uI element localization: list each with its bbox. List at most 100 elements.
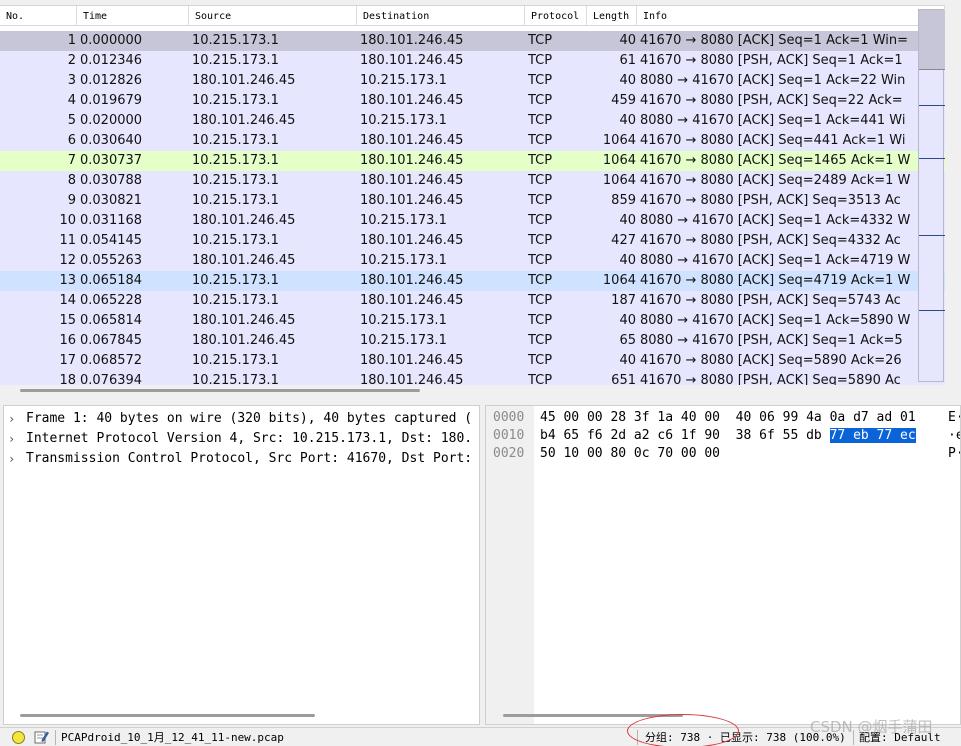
packet-time: 0.030821	[80, 193, 143, 208]
packet-no: 5	[67, 113, 76, 128]
packet-source: 180.101.246.45	[192, 113, 296, 128]
packet-no: 18	[59, 373, 76, 385]
packet-length: 65	[619, 333, 636, 348]
bytes-hex-highlight[interactable]: 77 eb 77 ec	[829, 428, 916, 443]
packet-row[interactable]: 1 0.000000 10.215.173.1 180.101.246.45 TCP 40…	[0, 31, 945, 51]
packet-list[interactable]: No. Time Source Destination Protocol Len…	[0, 5, 945, 385]
column-header-length[interactable]: Length	[587, 6, 637, 26]
packet-no: 15	[59, 313, 76, 328]
packet-time: 0.068572	[80, 353, 143, 368]
packet-time: 0.030788	[80, 173, 143, 188]
minimap-current-view[interactable]	[919, 10, 945, 70]
bytes-ascii-row[interactable]: E·	[948, 409, 960, 427]
bytes-hex-row[interactable]: 45 00 00 28 3f 1a 40 00 40 06 99 4a 0a d…	[540, 409, 916, 427]
packet-row[interactable]: 16 0.067845 180.101.246.45 10.215.173.1 TCP 6…	[0, 331, 945, 351]
packet-rows: 1 0.000000 10.215.173.1 180.101.246.45 TCP 40…	[0, 31, 945, 385]
packet-no: 14	[59, 293, 76, 308]
detail-pane-hscroll-thumb[interactable]	[20, 714, 315, 717]
column-header-protocol[interactable]: Protocol	[525, 6, 587, 26]
packet-row[interactable]: 14 0.065228 10.215.173.1 180.101.246.45 TCP 1…	[0, 291, 945, 311]
packet-source: 10.215.173.1	[192, 173, 279, 188]
packet-time: 0.055263	[80, 253, 143, 268]
packet-protocol: TCP	[528, 333, 553, 348]
column-header-source[interactable]: Source	[189, 6, 357, 26]
packet-detail-pane[interactable]: › Frame 1: 40 bytes on wire (320 bits), …	[3, 405, 480, 725]
packet-row[interactable]: 12 0.055263 180.101.246.45 10.215.173.1 TCP 4…	[0, 251, 945, 271]
packet-destination: 180.101.246.45	[360, 353, 464, 368]
packet-info: 8080 → 41670 [ACK] Seq=1 Ack=441 Wi	[640, 113, 906, 128]
packet-no: 8	[67, 173, 76, 188]
packet-protocol: TCP	[528, 193, 553, 208]
packet-protocol: TCP	[528, 253, 553, 268]
expert-info-indicator-icon[interactable]	[12, 731, 25, 744]
column-header-no[interactable]: No.	[0, 6, 77, 26]
packet-length: 40	[619, 33, 636, 48]
capture-comment-icon[interactable]	[33, 729, 49, 745]
packet-protocol: TCP	[528, 113, 553, 128]
packet-source: 10.215.173.1	[192, 273, 279, 288]
packet-length: 61	[619, 53, 636, 68]
packet-time: 0.067845	[80, 333, 143, 348]
packet-time: 0.030640	[80, 133, 143, 148]
bytes-hex-row[interactable]: b4 65 f6 2d a2 c6 1f 90 38 6f 55 db 77 e…	[540, 427, 916, 445]
packet-source: 10.215.173.1	[192, 93, 279, 108]
packet-source: 180.101.246.45	[192, 333, 296, 348]
minimap-mark	[919, 235, 945, 236]
packet-source: 180.101.246.45	[192, 253, 296, 268]
bytes-hex-row[interactable]: 50 10 00 80 0c 70 00 00	[540, 445, 720, 463]
packet-no: 13	[59, 273, 76, 288]
packet-length: 459	[611, 93, 636, 108]
packet-info: 41670 → 8080 [ACK] Seq=5890 Ack=26	[640, 353, 902, 368]
packet-time: 0.000000	[80, 33, 143, 48]
packet-length: 859	[611, 193, 636, 208]
column-header-info[interactable]: Info	[637, 6, 945, 26]
packet-info: 41670 → 8080 [PSH, ACK] Seq=5743 Ac	[640, 293, 901, 308]
packet-info: 8080 → 41670 [PSH, ACK] Seq=1 Ack=5	[640, 333, 903, 348]
packet-info: 41670 → 8080 [PSH, ACK] Seq=5890 Ac	[640, 373, 901, 385]
packet-info: 8080 → 41670 [ACK] Seq=1 Ack=22 Win	[640, 73, 906, 88]
packet-list-scrollbar[interactable]	[945, 5, 961, 385]
packet-source: 10.215.173.1	[192, 353, 279, 368]
chevron-right-icon[interactable]: ›	[8, 449, 20, 469]
packet-list-hscroll-thumb[interactable]	[20, 389, 420, 392]
packet-row[interactable]: 13 0.065184 10.215.173.1 180.101.246.45 TCP 1…	[0, 271, 945, 291]
column-header-time[interactable]: Time	[77, 6, 189, 26]
packet-row[interactable]: 7 0.030737 10.215.173.1 180.101.246.45 TCP 10…	[0, 151, 945, 171]
packet-row[interactable]: 3 0.012826 180.101.246.45 10.215.173.1 TCP 40…	[0, 71, 945, 91]
packet-destination: 10.215.173.1	[360, 253, 447, 268]
bytes-offset: 0020	[493, 446, 525, 461]
packet-minimap[interactable]	[918, 9, 945, 382]
packet-protocol: TCP	[528, 53, 553, 68]
minimap-mark	[919, 158, 945, 159]
packet-row[interactable]: 4 0.019679 10.215.173.1 180.101.246.45 TCP 45…	[0, 91, 945, 111]
packet-length: 40	[619, 313, 636, 328]
packet-row[interactable]: 17 0.068572 10.215.173.1 180.101.246.45 TCP 4…	[0, 351, 945, 371]
packet-row[interactable]: 2 0.012346 10.215.173.1 180.101.246.45 TCP 61…	[0, 51, 945, 71]
chevron-right-icon[interactable]: ›	[8, 409, 20, 429]
packet-row[interactable]: 10 0.031168 180.101.246.45 10.215.173.1 TCP 4…	[0, 211, 945, 231]
packet-row[interactable]: 9 0.030821 10.215.173.1 180.101.246.45 TCP 85…	[0, 191, 945, 211]
packet-row[interactable]: 11 0.054145 10.215.173.1 180.101.246.45 TCP 4…	[0, 231, 945, 251]
packet-info: 8080 → 41670 [ACK] Seq=1 Ack=4332 W	[640, 213, 911, 228]
packet-row[interactable]: 5 0.020000 180.101.246.45 10.215.173.1 TCP 40…	[0, 111, 945, 131]
packet-time: 0.030737	[80, 153, 143, 168]
packet-row[interactable]: 15 0.065814 180.101.246.45 10.215.173.1 TCP 4…	[0, 311, 945, 331]
chevron-right-icon[interactable]: ›	[8, 429, 20, 449]
packet-bytes-pane[interactable]: 0000 45 00 00 28 3f 1a 40 00 40 06 99 4a…	[485, 405, 961, 725]
packet-destination: 10.215.173.1	[360, 313, 447, 328]
packet-protocol: TCP	[528, 353, 553, 368]
packet-destination: 180.101.246.45	[360, 93, 464, 108]
bytes-offset: 0000	[493, 410, 525, 425]
bytes-ascii-row[interactable]: ·e	[948, 427, 960, 445]
packet-destination: 180.101.246.45	[360, 53, 464, 68]
column-header-destination[interactable]: Destination	[357, 6, 525, 26]
packet-destination: 180.101.246.45	[360, 233, 464, 248]
packet-info: 41670 → 8080 [ACK] Seq=4719 Ack=1 W	[640, 273, 911, 288]
packet-info: 41670 → 8080 [ACK] Seq=1465 Ack=1 W	[640, 153, 911, 168]
bytes-ascii-row[interactable]: P·	[948, 445, 960, 463]
packet-row[interactable]: 6 0.030640 10.215.173.1 180.101.246.45 TCP 10…	[0, 131, 945, 151]
packet-row[interactable]: 8 0.030788 10.215.173.1 180.101.246.45 TCP 10…	[0, 171, 945, 191]
packet-row[interactable]: 18 0.076394 10.215.173.1 180.101.246.45 TCP 6…	[0, 371, 945, 385]
packet-no: 4	[67, 93, 76, 108]
packet-info: 41670 → 8080 [PSH, ACK] Seq=4332 Ac	[640, 233, 901, 248]
